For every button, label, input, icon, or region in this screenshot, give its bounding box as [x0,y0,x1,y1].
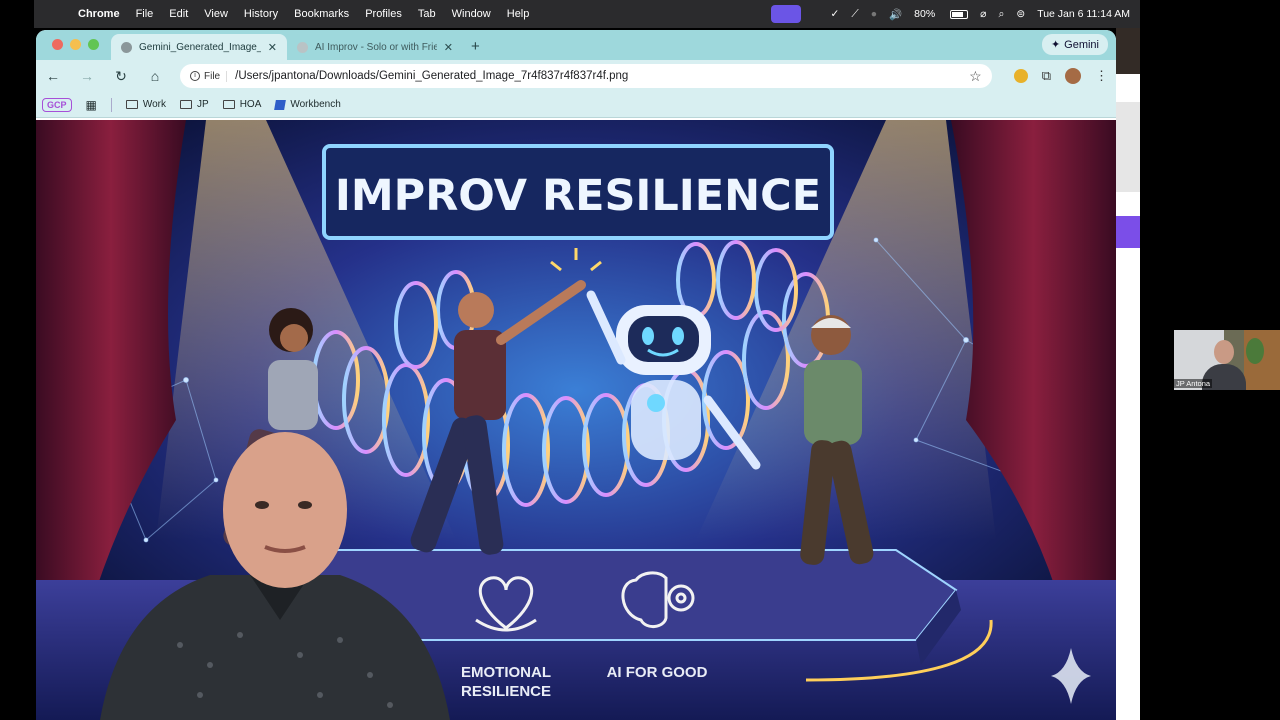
tab-gemini-image[interactable]: Gemini_Generated_Image_7r ✕ [111,34,287,60]
extensions-puzzle-icon[interactable]: ⧉ [1042,68,1051,84]
menu-tab[interactable]: Tab [410,8,444,20]
record-icon[interactable]: ● [871,6,877,22]
bookmark-gcp[interactable]: GCP [42,97,72,112]
label-ai-for-good: AI FOR GOOD [607,664,708,681]
toolbar-actions: ⧉ ⋮ [1013,68,1108,84]
participant-head [1214,340,1234,364]
forward-icon[interactable]: → [78,68,96,84]
control-center-icon[interactable]: ⊜ [1016,6,1025,22]
info-icon: i [190,71,200,81]
menu-history[interactable]: History [236,8,286,20]
menu-bookmarks[interactable]: Bookmarks [286,8,357,20]
tile-plant [1246,338,1264,364]
folder-icon [222,100,235,109]
folder-icon [180,100,193,109]
menu-profiles[interactable]: Profiles [357,8,410,20]
site-info-chip[interactable]: i File [190,70,228,82]
participant-name: JP Antona [1174,379,1213,388]
background-window-accent [1116,216,1140,248]
close-window-button[interactable] [52,39,63,50]
gemini-button[interactable]: ✦ Gemini [1041,34,1108,55]
check-circle-icon[interactable]: ✓ [831,6,840,22]
menu-edit[interactable]: Edit [161,8,196,20]
bookmark-label: Workbench [290,99,341,110]
tab-ai-improv[interactable]: AI Improv - Solo or with Frien ✕ [287,34,463,60]
image-title: IMPROV RESILIENCE [335,171,821,221]
presenter-webcam-overlay [100,432,450,720]
reload-icon[interactable]: ↻ [112,68,130,85]
pen-off-icon[interactable]: ⟋ [851,6,858,22]
menu-window[interactable]: Window [444,8,499,20]
presenter-eye [298,501,312,509]
address-bar[interactable]: i File /Users/jpantona/Downloads/Gemini_… [180,64,992,88]
bookmark-label: Work [142,99,167,110]
background-window-edge [1116,28,1140,720]
tab-title: Gemini_Generated_Image_7r [139,41,261,53]
home-icon[interactable]: ⌂ [146,68,164,84]
minimize-window-button[interactable] [70,39,81,50]
tab-strip: Gemini_Generated_Image_7r ✕ AI Improv - … [36,30,1116,60]
close-tab-icon[interactable]: ✕ [444,41,453,54]
macos-menubar: Chrome File Edit View History Bookmarks … [34,0,1140,28]
url-text[interactable]: /Users/jpantona/Downloads/Gemini_Generat… [235,70,961,82]
tab-title: AI Improv - Solo or with Frien [315,41,437,53]
presenter-eye [255,501,269,509]
clock[interactable]: Tue Jan 6 11:14 AM [1037,8,1130,20]
bookmark-label: JP [197,99,209,110]
new-tab-button[interactable]: + [463,38,490,60]
zoom-window-button[interactable] [88,39,99,50]
sparkle-icon: ✦ [1050,39,1061,51]
menu-kebab-icon[interactable]: ⋮ [1095,68,1108,84]
presenter-head [223,432,347,588]
status-area: ✓ ⟋ ● 🔊 80% ⌀ ⌕ ⊜ Tue Jan 6 11:14 AM [770,5,1140,23]
bookmark-folder-jp[interactable]: JP [180,99,209,110]
extension-icon[interactable] [1013,69,1028,83]
gemini-label: Gemini [1064,38,1099,51]
menu-view[interactable]: View [196,8,236,20]
window-controls [36,39,111,60]
battery-icon[interactable] [950,9,969,19]
back-icon[interactable]: ← [44,68,62,84]
workbench-icon [274,99,287,110]
label-resilience: RESILIENCE [461,683,551,700]
participant-video-tile[interactable]: JP Antona [1174,330,1280,390]
close-tab-icon[interactable]: ✕ [268,41,277,54]
screen-share-icon[interactable] [770,5,801,23]
scheme-label: File [204,70,221,82]
screen: Chrome File Edit View History Bookmarks … [0,0,1280,720]
globe-icon [297,41,308,53]
battery-percent: 80% [914,8,936,20]
menu-help[interactable]: Help [499,8,538,20]
bookmarks-bar: GCP ▦ Work JP HOA Workbench [36,92,1116,118]
volume-icon[interactable]: 🔊 [889,6,902,22]
bookmark-label: HOA [239,99,262,110]
bookmark-folder-hoa[interactable]: HOA [222,99,262,110]
label-emotional: EMOTIONAL [461,664,551,681]
bookmark-separator [110,97,112,112]
menu-file[interactable]: File [128,8,162,20]
wifi-off-icon[interactable]: ⌀ [980,6,986,22]
background-window-panel [1116,102,1140,192]
bookmark-folder-work[interactable]: Work [125,99,167,110]
folder-icon [125,100,138,109]
apps-grid-icon[interactable]: ▦ [86,98,97,112]
bookmark-workbench[interactable]: Workbench [274,99,341,110]
globe-icon [121,41,132,53]
search-icon[interactable]: ⌕ [998,6,1004,22]
browser-toolbar: ← → ↻ ⌂ i File /Users/jpantona/Downloads… [36,60,1116,92]
bookmark-star-icon[interactable]: ☆ [969,68,982,85]
background-window-dark [1116,28,1140,74]
profile-avatar[interactable] [1065,68,1081,84]
menu-app-name[interactable]: Chrome [70,8,128,20]
